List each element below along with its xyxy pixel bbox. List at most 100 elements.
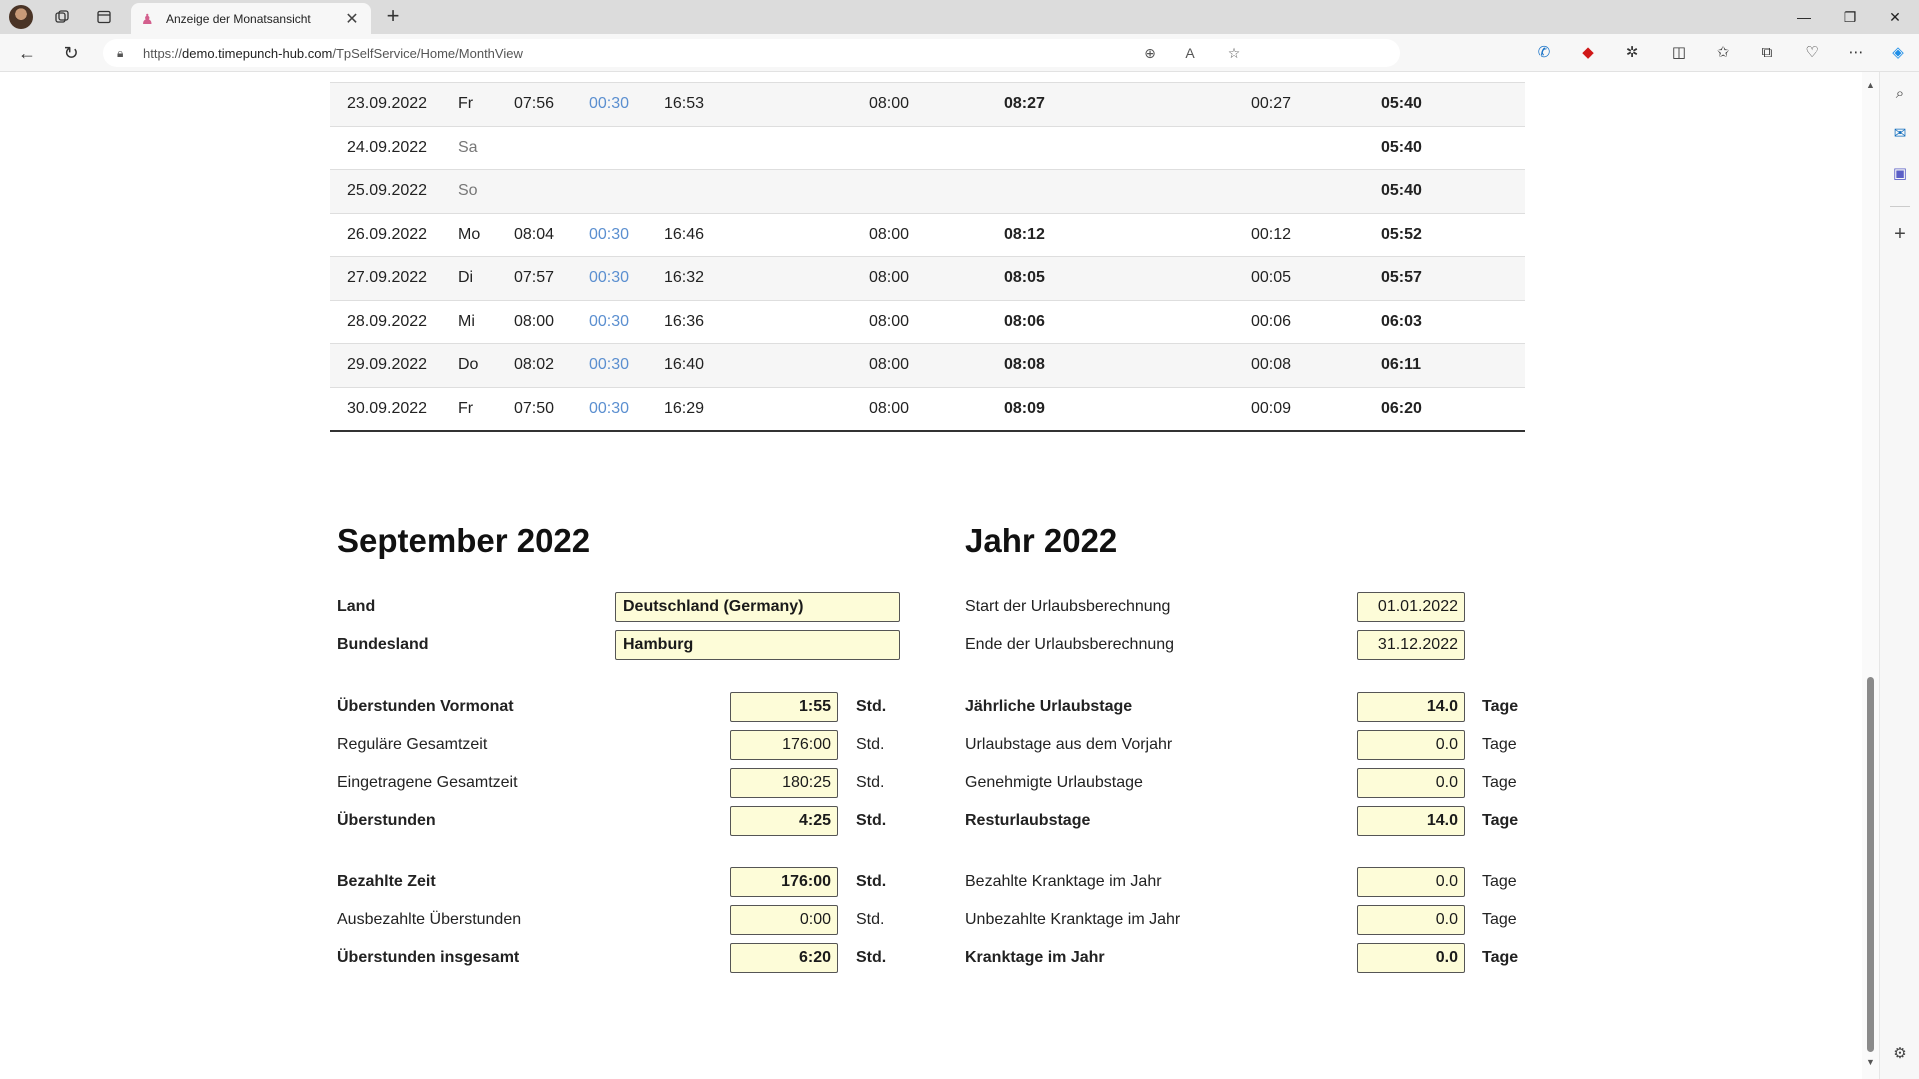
copilot-icon[interactable]: ◈	[1885, 40, 1911, 66]
teams-icon[interactable]: ▣	[1888, 162, 1912, 186]
cell-actual: 08:12	[1004, 225, 1045, 243]
table-row[interactable]: 23.09.2022 Fr 07:56 00:30 16:53 08:00 08:27 00:…	[330, 82, 1525, 126]
search-icon[interactable]: ⌕	[1888, 82, 1912, 106]
cell-date: 30.09.2022	[347, 399, 428, 417]
land-label: Land	[337, 598, 376, 615]
split-screen-icon[interactable]: ◫	[1666, 40, 1692, 66]
cell-out: 16:29	[664, 399, 705, 417]
more-options-icon[interactable]: ⋯	[1843, 40, 1869, 66]
month-row-label: Überstunden	[337, 812, 436, 829]
year-row-value-field[interactable]: 0.0	[1357, 867, 1465, 897]
table-row[interactable]: 29.09.2022 Do 08:02 00:30 16:40 08:00 08:08 00:…	[330, 343, 1525, 387]
cell-pause: 00:30	[589, 269, 630, 287]
scroll-down-icon[interactable]: ▼	[1866, 1057, 1875, 1067]
favorite-star-icon[interactable]: ☆	[1220, 39, 1248, 67]
vacation-start-field[interactable]: 01.01.2022	[1357, 592, 1465, 622]
vacation-start-label: Start der Urlaubsberechnung	[965, 598, 1171, 615]
tab-title: Anzeige der Monatsansicht	[166, 11, 311, 26]
year-row-unit: Tage	[1482, 698, 1519, 715]
settings-gear-icon[interactable]: ⚙	[1888, 1042, 1912, 1066]
cell-diff: 00:27	[1251, 95, 1292, 113]
cell-balance: 05:52	[1381, 225, 1422, 243]
month-row-label: Eingetragene Gesamtzeit	[337, 774, 518, 791]
cell-balance: 06:03	[1381, 312, 1422, 330]
cell-day: Fr	[458, 95, 474, 113]
cell-in: 07:57	[514, 269, 555, 287]
refresh-icon[interactable]: ↻	[58, 40, 84, 66]
browser-essentials-icon[interactable]: ♡	[1799, 40, 1825, 66]
month-row-label: Überstunden insgesamt	[337, 949, 520, 966]
cell-date: 24.09.2022	[347, 138, 428, 156]
vacation-end-field[interactable]: 31.12.2022	[1357, 630, 1465, 660]
cell-out: 16:36	[664, 312, 705, 330]
year-row-value-field[interactable]: 0.0	[1357, 730, 1465, 760]
cell-diff: 00:08	[1251, 356, 1292, 374]
collections-icon[interactable]: ⧉	[1754, 40, 1780, 66]
cell-balance: 05:40	[1381, 95, 1422, 113]
read-aloud-icon[interactable]: A	[1176, 39, 1204, 67]
add-app-icon[interactable]: +	[1888, 222, 1912, 246]
close-window-icon[interactable]: ✕	[1880, 5, 1910, 29]
month-row-value-field[interactable]: 0:00	[730, 905, 838, 935]
cell-out: 16:53	[664, 95, 705, 113]
browser-toolbar: ← ↻ 🔒︎ https://demo.timepunch-hub.com/Tp…	[0, 34, 1919, 72]
cell-balance: 05:40	[1381, 182, 1422, 200]
table-row[interactable]: 24.09.2022 Sa 05:40	[330, 126, 1525, 170]
year-row-unit: Tage	[1482, 812, 1519, 829]
month-row-value-field[interactable]: 1:55	[730, 692, 838, 722]
table-row[interactable]: 25.09.2022 So 05:40	[330, 169, 1525, 214]
year-row-unit: Tage	[1482, 873, 1517, 890]
restore-icon[interactable]: ❐	[1835, 5, 1865, 29]
month-row-value-field[interactable]: 176:00	[730, 867, 838, 897]
lock-icon[interactable]: 🔒︎	[117, 46, 131, 60]
month-row-value-field[interactable]: 4:25	[730, 806, 838, 836]
cell-pause	[589, 126, 664, 170]
extension-red-icon[interactable]: ◆	[1575, 40, 1601, 66]
address-bar[interactable]: 🔒︎ https://demo.timepunch-hub.com/TpSelf…	[103, 39, 1400, 67]
cell-in: 08:00	[514, 312, 555, 330]
profile-avatar[interactable]	[9, 5, 33, 29]
year-row-value-field[interactable]: 0.0	[1357, 943, 1465, 973]
year-row-value-field[interactable]: 14.0	[1357, 806, 1465, 836]
minimize-icon[interactable]: —	[1789, 5, 1819, 29]
month-row-value-field[interactable]: 6:20	[730, 943, 838, 973]
extensions-icon[interactable]: ✲	[1619, 40, 1645, 66]
cell-out	[664, 126, 869, 170]
workspaces-icon[interactable]	[50, 5, 74, 29]
vertical-tabs-icon[interactable]	[92, 5, 116, 29]
site-favicon-icon: ♟	[141, 10, 154, 27]
table-row[interactable]: 27.09.2022 Di 07:57 00:30 16:32 08:00 08:05 00:…	[330, 256, 1525, 300]
cell-pause: 00:30	[589, 225, 630, 243]
year-row-value-field[interactable]: 14.0	[1357, 692, 1465, 722]
back-icon[interactable]: ←	[14, 40, 40, 66]
cell-plan: 08:00	[869, 95, 910, 113]
year-row-value-field[interactable]: 0.0	[1357, 905, 1465, 935]
url-host: demo.timepunch-hub.com	[182, 45, 333, 61]
scroll-up-icon[interactable]: ▲	[1866, 80, 1875, 90]
year-row-label: Jährliche Urlaubstage	[965, 698, 1133, 715]
tab-active[interactable]: ♟ Anzeige der Monatsansicht ✕	[131, 3, 371, 34]
page-scrollbar[interactable]: ▲ ▼	[1862, 72, 1879, 1079]
table-row[interactable]: 30.09.2022 Fr 07:50 00:30 16:29 08:00 08:09 00:…	[330, 387, 1525, 431]
outlook-icon[interactable]: ✉	[1888, 122, 1912, 146]
phone-icon[interactable]: ✆	[1531, 40, 1557, 66]
cell-actual: 08:06	[1004, 312, 1045, 330]
table-row[interactable]: 28.09.2022 Mi 08:00 00:30 16:36 08:00 08:06 00:…	[330, 300, 1525, 344]
bundesland-field[interactable]: Hamburg	[615, 630, 900, 660]
month-row-value-field[interactable]: 176:00	[730, 730, 838, 760]
land-field[interactable]: Deutschland (Germany)	[615, 592, 900, 622]
year-row-label: Unbezahlte Kranktage im Jahr	[965, 911, 1181, 928]
cell-pause	[589, 170, 664, 214]
cell-date: 25.09.2022	[347, 182, 428, 200]
year-title: Jahr 2022	[965, 522, 1118, 559]
favorites-icon[interactable]: ✩	[1710, 40, 1736, 66]
scrollbar-thumb[interactable]	[1867, 677, 1874, 1052]
zoom-icon[interactable]: ⊕	[1136, 39, 1164, 67]
close-tab-icon[interactable]: ✕	[343, 9, 361, 29]
year-row-value-field[interactable]: 0.0	[1357, 768, 1465, 798]
new-tab-icon[interactable]: +	[380, 4, 406, 30]
month-row-label: Ausbezahlte Überstunden	[337, 911, 522, 928]
cell-out	[664, 170, 869, 214]
table-row[interactable]: 26.09.2022 Mo 08:04 00:30 16:46 08:00 08:12 00:…	[330, 213, 1525, 257]
month-row-value-field[interactable]: 180:25	[730, 768, 838, 798]
